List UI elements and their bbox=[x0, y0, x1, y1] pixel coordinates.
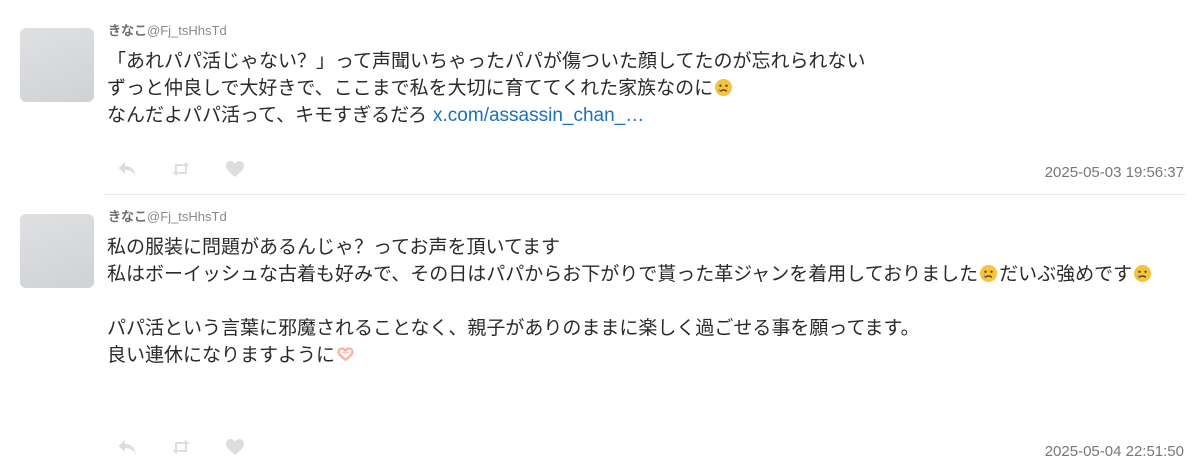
heart-hands-emoji bbox=[337, 347, 354, 362]
tweet-text-line: ずっと仲良しで大好きで、ここまで私を大切に育ててくれた家族なのに bbox=[107, 75, 1192, 102]
crying-face-emoji bbox=[1134, 264, 1152, 283]
retweet-icon[interactable] bbox=[171, 437, 191, 457]
heart-icon[interactable] bbox=[225, 159, 245, 179]
heart-icon[interactable] bbox=[225, 437, 245, 457]
tweet-feed: きなこ@Fj_tsHhsTd 「あれパパ活じゃない？」って声聞いちゃったパパが傷… bbox=[0, 0, 1200, 473]
tweet-text-line: パパ活という言葉に邪魔されることなく、親子がありのままに楽しく過ごせる事を願って… bbox=[107, 317, 920, 339]
tweet-timestamp[interactable]: 2025-05-04 22:51:50 bbox=[1045, 443, 1184, 460]
tweet-divider bbox=[104, 194, 1186, 195]
tweet-timestamp[interactable]: 2025-05-03 19:56:37 bbox=[1045, 164, 1184, 181]
retweet-icon[interactable] bbox=[171, 159, 191, 179]
avatar[interactable] bbox=[20, 214, 94, 288]
reply-icon[interactable] bbox=[117, 159, 137, 179]
user-handle[interactable]: @Fj_tsHhsTd bbox=[147, 23, 227, 38]
display-name[interactable]: きなこ bbox=[108, 24, 147, 39]
tweet-text-line: 「あれパパ活じゃない？」って声聞いちゃったパパが傷ついた顔してたのが忘れられない bbox=[107, 50, 866, 72]
reply-icon[interactable] bbox=[117, 437, 137, 457]
tweet-text-line: 良い連休になりますように bbox=[107, 342, 1192, 369]
tweet: きなこ@Fj_tsHhsTd 「あれパパ活じゃない？」って声聞いちゃったパパが傷… bbox=[0, 22, 1200, 194]
tweet-body: 私の服装に問題があるんじゃ？ってお声を頂いてます 私はボーイッシュな古着も好みで… bbox=[107, 234, 1192, 369]
crying-face-emoji bbox=[980, 264, 998, 283]
display-name[interactable]: きなこ bbox=[108, 210, 147, 225]
tweet-text-line: なんだよパパ活って、キモすぎるだろ x.com/assassin_chan_… bbox=[107, 104, 645, 126]
tweet-actions bbox=[117, 437, 279, 457]
tweet-header: きなこ@Fj_tsHhsTd bbox=[108, 23, 227, 40]
avatar[interactable] bbox=[20, 28, 94, 102]
user-handle[interactable]: @Fj_tsHhsTd bbox=[147, 209, 227, 224]
tweet-header: きなこ@Fj_tsHhsTd bbox=[108, 209, 227, 226]
tweet: きなこ@Fj_tsHhsTd 私の服装に問題があるんじゃ？ってお声を頂いてます … bbox=[0, 208, 1200, 473]
tweet-text-line: 私の服装に問題があるんじゃ？ってお声を頂いてます bbox=[107, 236, 560, 258]
crying-face-emoji bbox=[715, 78, 733, 97]
tweet-actions bbox=[117, 159, 279, 179]
tweet-body: 「あれパパ活じゃない？」って声聞いちゃったパパが傷ついた顔してたのが忘れられない… bbox=[107, 48, 1192, 129]
tweet-link[interactable]: x.com/assassin_chan_… bbox=[433, 105, 644, 126]
tweet-text-line: 私はボーイッシュな古着も好みで、その日はパパからお下がりで貰った革ジャンを着用し… bbox=[107, 261, 1192, 288]
